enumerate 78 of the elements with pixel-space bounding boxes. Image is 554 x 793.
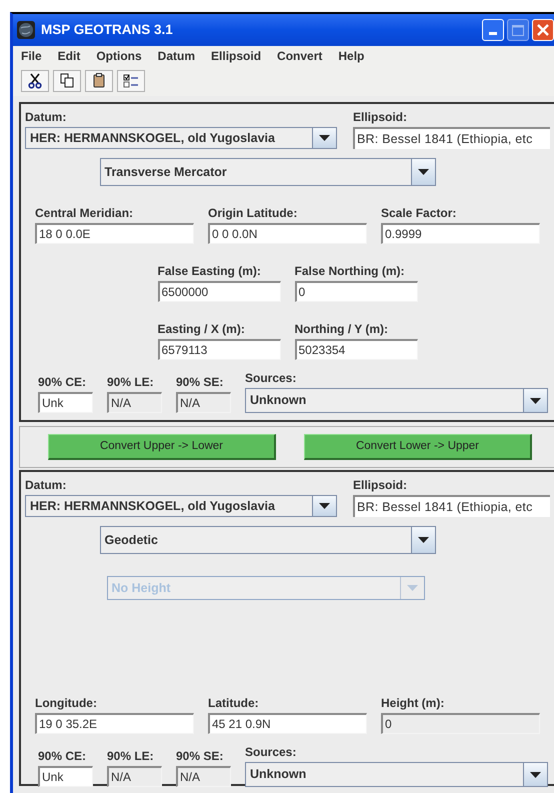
dropdown-arrow-button[interactable]: [523, 389, 547, 412]
field-label: Longitude:: [35, 696, 98, 710]
dropdown-arrow-button[interactable]: [312, 128, 336, 148]
menu-item[interactable]: File: [21, 46, 42, 64]
dropdown[interactable]: HER: HERMANNSKOGEL, old Yugoslavia: [25, 495, 337, 517]
input-field[interactable]: 18 0 0.0E: [35, 223, 194, 244]
caret-icon: [530, 772, 541, 778]
caret-icon: [406, 585, 418, 591]
field-label: Ellipsoid:: [353, 478, 408, 492]
input-field[interactable]: 0.9999: [381, 223, 540, 244]
input-field[interactable]: 45 21 0.9N: [208, 713, 367, 734]
field-label: 90% LE:: [107, 375, 155, 389]
dropdown[interactable]: HER: HERMANNSKOGEL, old Yugoslavia: [25, 127, 337, 149]
toolbar-button[interactable]: [53, 70, 81, 92]
field-label: Sources:: [245, 745, 298, 759]
toolbar-button[interactable]: [21, 70, 49, 92]
input-field: BR: Bessel 1841 (Ethiopia, etc: [353, 127, 550, 149]
scissors-icon: [28, 72, 42, 88]
input-field[interactable]: Unk: [38, 392, 93, 413]
field-label: 90% CE:: [38, 375, 88, 389]
input-field: BR: Bessel 1841 (Ethiopia, etc: [353, 495, 550, 517]
caret-icon: [319, 503, 330, 509]
field-label: Origin Latitude:: [208, 206, 298, 220]
field-label: Height (m):: [381, 696, 446, 710]
convert-button[interactable]: Convert Lower -> Upper: [304, 434, 532, 460]
field-label: 90% SE:: [176, 749, 224, 763]
window-title: MSP GEOTRANS 3.1: [41, 20, 173, 39]
field-label: False Northing (m):: [294, 264, 406, 278]
menu-item[interactable]: Options: [96, 46, 142, 64]
copy-icon: [60, 73, 74, 88]
dropdown-arrow-button[interactable]: [410, 527, 434, 553]
convert-button[interactable]: Convert Upper -> Lower: [48, 434, 276, 460]
input-field[interactable]: 5023354: [294, 339, 418, 360]
input-field[interactable]: 0 0 0.0N: [208, 223, 367, 244]
dropdown[interactable]: Geodetic: [100, 526, 436, 554]
menu-item[interactable]: Ellipsoid: [211, 46, 262, 64]
caret-icon: [319, 135, 330, 141]
field-label: Sources:: [245, 371, 298, 385]
checklist-icon: [123, 72, 139, 88]
minimize-icon: [489, 32, 497, 35]
dropdown-arrow-button[interactable]: [312, 496, 336, 516]
close-icon: [537, 24, 549, 36]
input-field[interactable]: 0: [294, 281, 418, 302]
menu-item[interactable]: Datum: [158, 46, 196, 64]
menu-item[interactable]: Edit: [58, 46, 80, 64]
globe-icon: [17, 21, 35, 39]
dropdown[interactable]: Unknown: [245, 388, 548, 413]
dropdown-arrow-button[interactable]: [410, 159, 434, 185]
input-field[interactable]: Unk: [38, 766, 93, 787]
toolbar-button[interactable]: [117, 70, 145, 92]
menu-item[interactable]: Convert: [277, 46, 322, 64]
clipboard-icon: [93, 73, 105, 88]
dropdown[interactable]: Unknown: [245, 762, 548, 787]
toolbar-button[interactable]: [85, 70, 113, 92]
menu-item[interactable]: Help: [338, 46, 364, 64]
field-label: Scale Factor:: [381, 206, 458, 220]
caret-icon: [530, 398, 541, 404]
field-label: Northing / Y (m):: [294, 322, 390, 336]
minimize-button[interactable]: [482, 19, 504, 41]
input-field[interactable]: 6579113: [158, 339, 280, 360]
input-field[interactable]: 6500000: [158, 281, 280, 302]
field-label: Easting / X (m):: [158, 322, 246, 336]
dropdown[interactable]: Transverse Mercator: [100, 158, 436, 186]
field-label: False Easting (m):: [158, 264, 262, 278]
field-label: Latitude:: [208, 696, 260, 710]
field-label: Ellipsoid:: [353, 110, 408, 124]
dropdown-arrow-button[interactable]: [523, 763, 547, 786]
caret-icon: [418, 169, 428, 175]
field-label: 90% CE:: [38, 749, 88, 763]
maximize-icon: [512, 24, 524, 36]
close-button[interactable]: [532, 19, 554, 41]
field-label: Datum:: [25, 110, 68, 124]
field-label: Datum:: [25, 478, 68, 492]
field-label: 90% LE:: [107, 749, 155, 763]
caret-icon: [418, 537, 428, 543]
field-label: Central Meridian:: [35, 206, 134, 220]
field-label: 90% SE:: [176, 375, 224, 389]
input-field[interactable]: 19 0 35.2E: [35, 713, 194, 734]
